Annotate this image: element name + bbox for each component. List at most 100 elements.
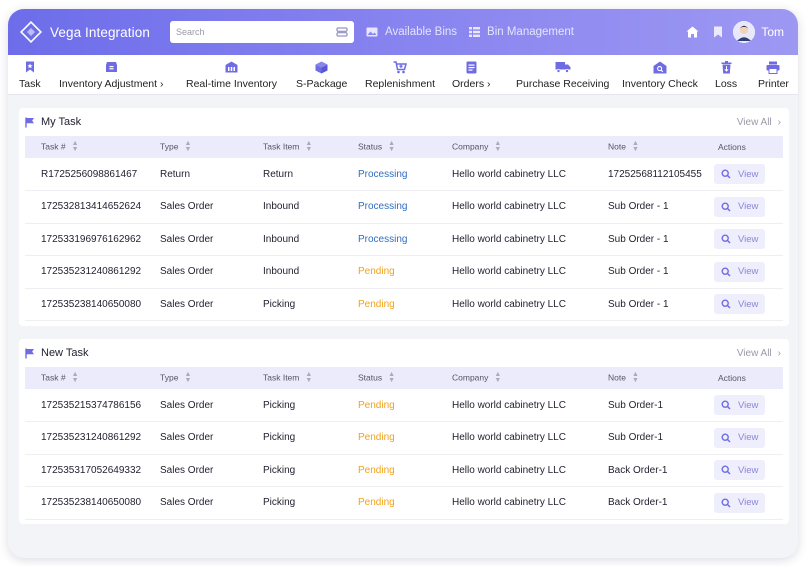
table-row[interactable]: 172535215374786156 Sales Order Picking Pend… [25, 389, 783, 422]
app-logo[interactable]: Vega Integration [20, 21, 162, 43]
view-button[interactable]: View [714, 164, 766, 184]
table-row[interactable]: 172535238140650080 Sales Order Picking Pend… [25, 288, 783, 321]
image-icon [366, 27, 378, 37]
task-id-cell: 172535317052649332 [25, 454, 144, 487]
tool-purchase-receiving[interactable]: Purchase Receiving [516, 59, 609, 90]
sort-icon[interactable]: ▲ ▼ [184, 371, 191, 384]
bookmark-icon[interactable] [713, 26, 723, 38]
col-company[interactable]: Company ▲ ▼ [436, 367, 592, 389]
col-company[interactable]: Company ▲ ▼ [436, 136, 592, 158]
sort-icon[interactable]: ▲ ▼ [494, 371, 501, 384]
bin-management-link[interactable]: Bin Management [469, 26, 574, 38]
note-cell: 1725256811210545​53 [592, 158, 702, 191]
tool-orders[interactable]: Orders › [452, 59, 491, 90]
tool-label: Orders › [452, 78, 491, 90]
table-row[interactable]: R1725256098861467 Return Return Processing H… [25, 158, 783, 191]
table-row[interactable]: 172535238140650080 Sales Order Picking Pend… [25, 486, 783, 520]
home-icon[interactable] [686, 26, 699, 38]
view-button[interactable]: View [714, 492, 766, 513]
package-icon [315, 59, 328, 75]
sort-icon[interactable]: ▲ ▼ [184, 140, 191, 153]
table-row[interactable]: 172533196976162962 Sales Order Inbound Proc… [25, 223, 783, 256]
actions-cell: View [702, 486, 783, 520]
view-button[interactable]: View [714, 294, 766, 315]
sort-icon[interactable]: ▲ ▼ [388, 140, 395, 153]
note-cell: Sub Order - 1 [592, 190, 702, 224]
task-item-cell: Picking [247, 389, 342, 422]
sort-icon[interactable]: ▲ ▼ [305, 371, 312, 384]
actions-cell: View [702, 389, 783, 422]
view-button[interactable]: View [714, 196, 766, 217]
company-cell: Hello world cabinetry LLC [436, 421, 592, 455]
search-input[interactable] [176, 27, 336, 37]
type-cell: Sales Order [144, 223, 247, 256]
sort-icon[interactable]: ▲ ▼ [632, 140, 639, 153]
avatar [733, 21, 756, 43]
tool-printer[interactable]: Printer [758, 59, 789, 90]
available-bins-label: Available Bins [385, 26, 458, 38]
available-bins-link[interactable]: Available Bins [366, 26, 457, 38]
view-button-label: View [738, 298, 759, 310]
actions-cell: View [702, 288, 783, 321]
flag-icon [25, 348, 34, 358]
sort-icon[interactable]: ▲ ▼ [632, 371, 639, 384]
task-id-cell: 172535215374786156 [25, 389, 144, 422]
table-row[interactable]: 172535317052649332 Sales Order Picking Pend… [25, 454, 783, 487]
type-cell: Sales Order [144, 190, 247, 224]
sort-icon[interactable]: ▲ ▼ [494, 140, 501, 153]
actions-cell: View [702, 223, 783, 256]
col-type[interactable]: Type ▲ ▼ [144, 136, 247, 158]
actions-cell: View [702, 255, 783, 289]
tool-realtime-inventory[interactable]: Real-time Inventory [186, 59, 277, 90]
col-task-item[interactable]: Task Item ▲ ▼ [247, 367, 342, 389]
chevron-right-icon: › [777, 116, 781, 128]
search-icon [721, 498, 731, 508]
col-status[interactable]: Status ▲ ▼ [342, 136, 436, 158]
task-item-cell: Picking [247, 454, 342, 487]
user-menu[interactable]: Tom [733, 21, 784, 43]
house-search-icon [653, 59, 667, 75]
col-task-item[interactable]: Task Item ▲ ▼ [247, 136, 342, 158]
col-note[interactable]: Note ▲ ▼ [592, 136, 702, 158]
table-row[interactable]: 172535231240861292 Sales Order Picking Pend… [25, 421, 783, 455]
app-window: Vega Integration Available Bins Bin Mana… [8, 9, 798, 558]
view-button-label: View [738, 233, 759, 245]
tool-loss[interactable]: Loss [715, 59, 737, 90]
view-button[interactable]: View [714, 395, 766, 415]
col-task[interactable]: Task # ▲ ▼ [25, 367, 144, 389]
tool-task[interactable]: Task [19, 59, 41, 90]
my-task-view-all[interactable]: View All › [737, 117, 781, 128]
company-cell: Hello world cabinetry LLC [436, 255, 592, 289]
view-button[interactable]: View [714, 460, 766, 481]
sort-icon[interactable]: ▲ ▼ [72, 140, 79, 153]
scan-icon[interactable] [336, 27, 348, 37]
new-task-title: New Task [41, 347, 89, 359]
task-item-cell: Inbound [247, 255, 342, 289]
col-status[interactable]: Status ▲ ▼ [342, 367, 436, 389]
view-button-label: View [738, 399, 759, 411]
view-button[interactable]: View [714, 427, 766, 448]
tool-inventory-check[interactable]: Inventory Check [622, 59, 698, 90]
view-button[interactable]: View [714, 261, 766, 282]
table-row[interactable]: 172532813414652624 Sales Order Inbound Proc… [25, 190, 783, 224]
table-row[interactable]: 172535231240861292 Sales Order Inbound Pend… [25, 255, 783, 289]
tool-s-package[interactable]: S-Package [296, 59, 347, 90]
task-item-cell: Inbound [247, 190, 342, 224]
new-task-view-all[interactable]: View All › [737, 348, 781, 359]
tool-label: Inventory Check [622, 78, 698, 90]
new-task-table: Task # ▲ ▼ Type ▲ ▼ Task Item ▲ ▼ Status ▲ ▼ Com… [25, 367, 783, 520]
view-button[interactable]: View [714, 229, 766, 250]
sort-icon[interactable]: ▲ ▼ [388, 371, 395, 384]
sort-icon[interactable]: ▲ ▼ [72, 371, 79, 384]
app-title: Vega Integration [50, 24, 150, 40]
tool-label: Replenishment [365, 78, 436, 90]
status-cell: Pending [342, 486, 436, 520]
sort-icon[interactable]: ▲ ▼ [305, 140, 312, 153]
col-task[interactable]: Task # ▲ ▼ [25, 136, 144, 158]
col-note[interactable]: Note ▲ ▼ [592, 367, 702, 389]
tool-replenishment[interactable]: Replenishment [365, 59, 435, 90]
col-type[interactable]: Type ▲ ▼ [144, 367, 247, 389]
tool-inventory-adjustment[interactable]: Inventory Adjustment › [59, 59, 163, 90]
warehouse-icon [225, 59, 238, 75]
search-box[interactable] [170, 21, 354, 43]
